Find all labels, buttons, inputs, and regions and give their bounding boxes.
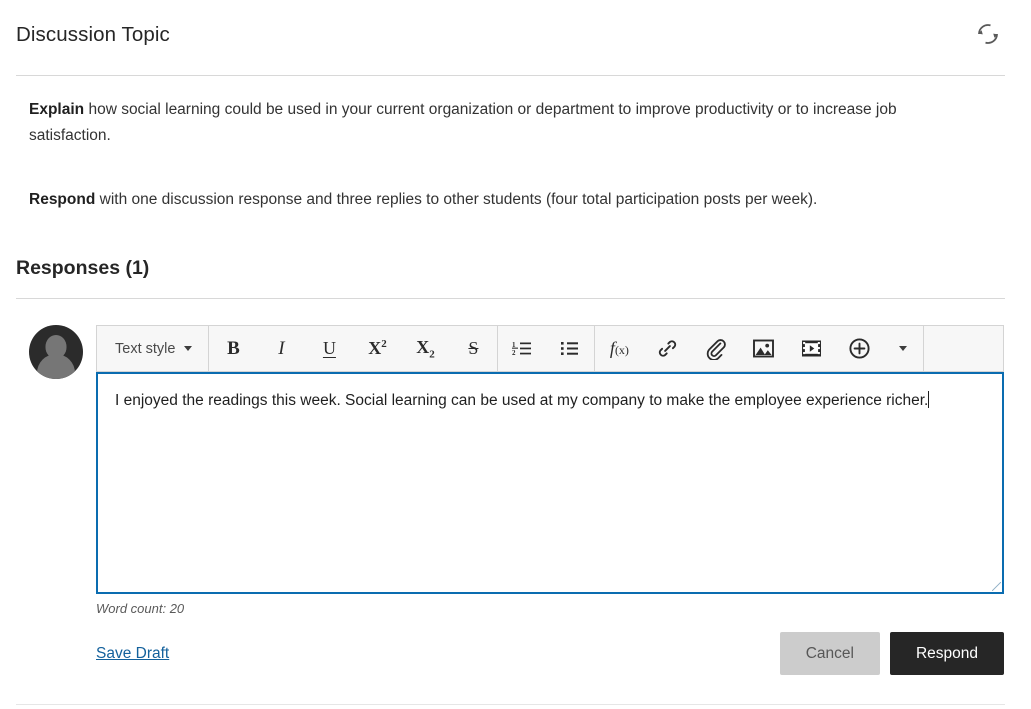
chevron-down-icon [899, 346, 907, 351]
toolbar-overflow-area [924, 326, 1003, 371]
responses-divider [16, 298, 1005, 299]
link-button[interactable] [643, 326, 691, 371]
responses-heading: Responses (1) [16, 255, 149, 281]
italic-icon: I [278, 338, 284, 360]
attachment-icon [705, 338, 726, 360]
attachment-button[interactable] [691, 326, 739, 371]
prompt-paragraph-1: Explain how social learning could be use… [29, 97, 959, 149]
response-text: I enjoyed the readings this week. Social… [115, 392, 928, 409]
text-style-dropdown[interactable]: Text style [97, 326, 208, 371]
strikethrough-button[interactable]: S [449, 326, 497, 371]
link-icon [657, 338, 678, 359]
refresh-circular-arrows-icon [973, 19, 1003, 52]
text-cursor [928, 391, 929, 408]
bold-icon: B [227, 338, 240, 360]
word-count-label: Word count: 20 [96, 600, 1004, 618]
formula-button[interactable]: f(x) [595, 326, 643, 371]
topic-header: Discussion Topic [16, 22, 1005, 70]
avatar [29, 325, 83, 379]
bulleted-list-icon [561, 340, 579, 357]
video-icon [801, 339, 822, 358]
save-draft-link[interactable]: Save Draft [96, 645, 169, 663]
toolbar-group-insert: f(x) [595, 326, 923, 371]
refresh-button[interactable] [971, 18, 1005, 52]
discussion-prompt: Explain how social learning could be use… [29, 97, 959, 213]
italic-button[interactable]: I [257, 326, 305, 371]
bulleted-list-button[interactable] [546, 326, 594, 371]
numbered-list-icon: 1 2 [512, 340, 532, 357]
subscript-icon: X2 [416, 337, 435, 361]
add-content-button[interactable] [835, 326, 883, 371]
formula-icon: f(x) [610, 338, 629, 359]
action-button-group: Cancel Respond [780, 632, 1004, 675]
image-button[interactable] [739, 326, 787, 371]
respond-button[interactable]: Respond [890, 632, 1004, 675]
prompt-1-keyword: Explain [29, 101, 84, 118]
editor-toolbar: Text style B I U X2 [96, 325, 1004, 372]
toolbar-group-textstyle: Text style [97, 326, 208, 371]
toolbar-group-lists: 1 2 [498, 326, 594, 371]
video-button[interactable] [787, 326, 835, 371]
chevron-down-icon [184, 346, 192, 351]
underline-icon: U [323, 338, 336, 359]
prompt-paragraph-2: Respond with one discussion response and… [29, 187, 959, 213]
text-style-label: Text style [115, 341, 175, 357]
bold-button[interactable]: B [209, 326, 257, 371]
prompt-2-text: with one discussion response and three r… [95, 191, 817, 208]
subscript-button[interactable]: X2 [401, 326, 449, 371]
add-content-icon [848, 337, 871, 360]
numbered-list-button[interactable]: 1 2 [498, 326, 546, 371]
avatar-body-shape [37, 354, 75, 379]
cancel-button[interactable]: Cancel [780, 632, 880, 675]
add-content-dropdown-button[interactable] [883, 326, 923, 371]
prompt-2-keyword: Respond [29, 191, 95, 208]
superscript-button[interactable]: X2 [353, 326, 401, 371]
page-title: Discussion Topic [16, 22, 170, 48]
footer-divider [16, 704, 1005, 705]
response-textarea[interactable]: I enjoyed the readings this week. Social… [96, 372, 1004, 594]
toolbar-group-formatting: B I U X2 X2 S [209, 326, 497, 371]
discussion-topic-page: Discussion Topic Explain how social lear… [0, 0, 1031, 709]
prompt-1-text: how social learning could be used in you… [29, 101, 897, 144]
superscript-icon: X2 [368, 338, 387, 359]
resize-handle[interactable] [992, 582, 1001, 591]
strikethrough-icon: S [468, 338, 478, 359]
response-editor-row: Text style B I U X2 [29, 325, 1005, 675]
header-divider [16, 75, 1005, 76]
rich-text-editor: Text style B I U X2 [96, 325, 1004, 675]
svg-text:2: 2 [512, 349, 516, 357]
underline-button[interactable]: U [305, 326, 353, 371]
editor-actions: Save Draft Cancel Respond [96, 632, 1004, 675]
image-icon [753, 339, 774, 358]
